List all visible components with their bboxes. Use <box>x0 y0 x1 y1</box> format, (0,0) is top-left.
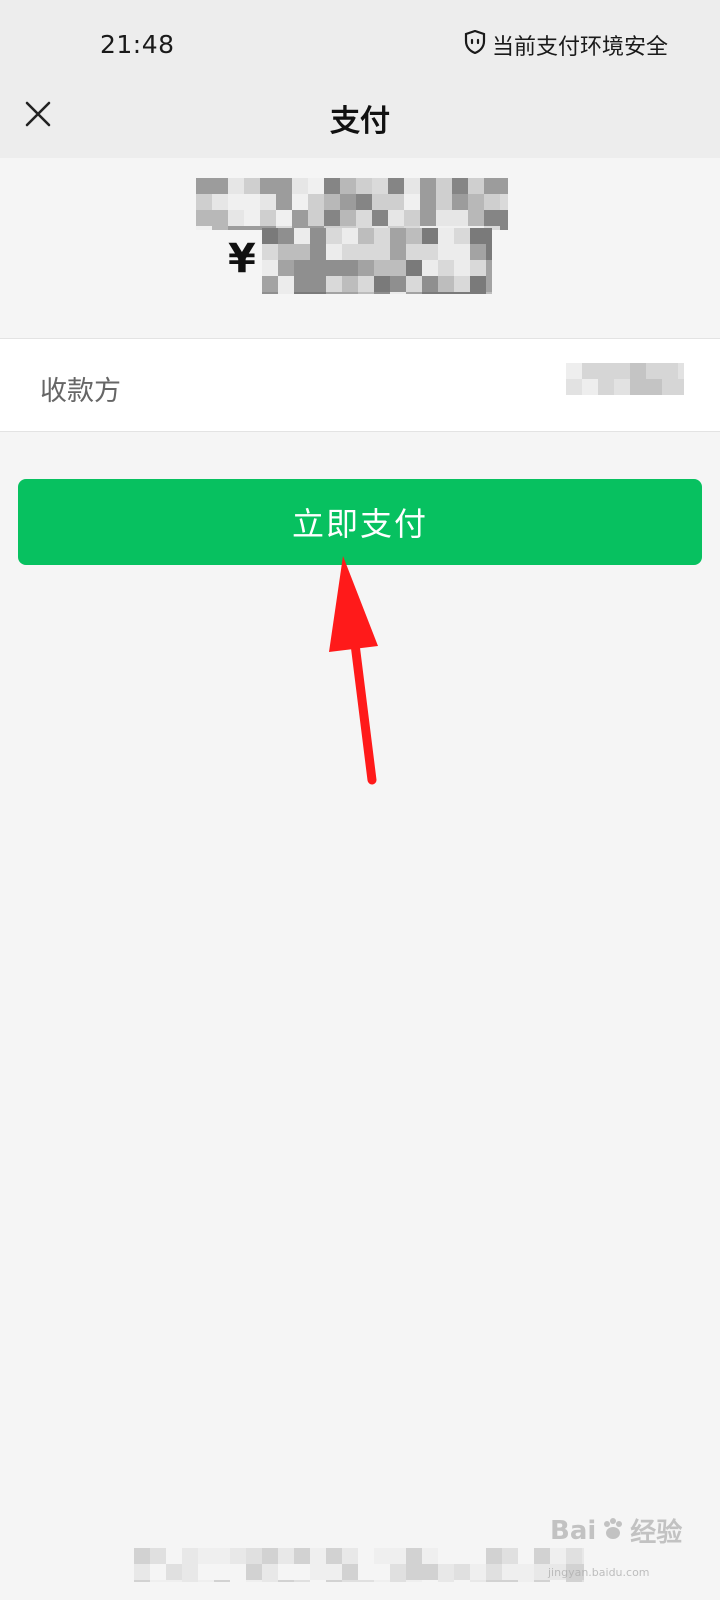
paw-icon <box>600 1516 626 1546</box>
status-bar: 21:48 当前支付环境安全 <box>0 0 720 88</box>
watermark-brand: Bai <box>550 1515 597 1546</box>
security-status: 当前支付环境安全 <box>464 29 668 61</box>
payment-summary: ¥ <box>0 158 720 338</box>
pay-now-button[interactable]: 立即支付 <box>18 479 702 565</box>
amount-redacted <box>262 228 492 294</box>
security-status-text: 当前支付环境安全 <box>491 35 668 60</box>
shield-icon <box>464 29 486 60</box>
nav-bar: 支付 <box>0 88 720 158</box>
page-title: 支付 <box>330 104 390 139</box>
status-time: 21:48 <box>100 30 175 59</box>
merchant-name-redacted <box>196 178 508 230</box>
watermark-url: jingyan.baidu.com <box>548 1566 650 1579</box>
footer-redacted <box>134 1548 584 1582</box>
payee-name-redacted <box>566 363 684 395</box>
baidu-watermark: Bai 经验 <box>550 1512 682 1549</box>
payee-label: 收款方 <box>40 376 121 407</box>
watermark-brand-2: 经验 <box>630 1518 683 1548</box>
currency-symbol: ¥ <box>228 236 256 282</box>
payee-row: 收款方 <box>0 338 720 432</box>
